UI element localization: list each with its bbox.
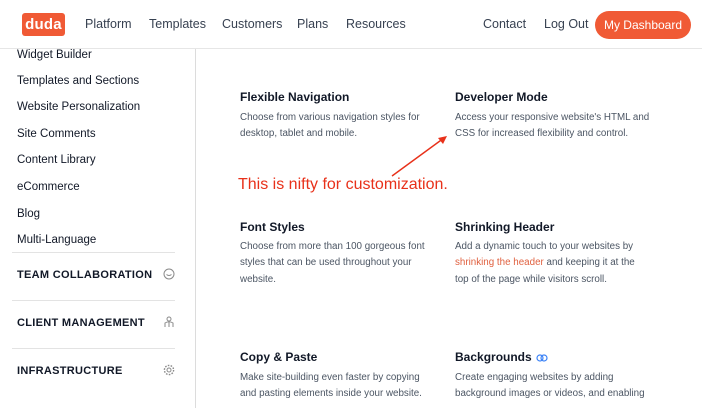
duda-logo[interactable]: duda [22, 13, 65, 36]
section-infrastructure[interactable]: INFRASTRUCTURE [17, 365, 123, 377]
sidebar: Widget Builder Templates and Sections We… [0, 49, 196, 408]
feature-desc-line: styles that can be used throughout your [240, 257, 412, 268]
feature-desc-line: background images or videos, and enablin… [455, 388, 645, 399]
feature-desc-line: shrinking the header and keeping it at t… [455, 255, 635, 272]
sidebar-item-widget-builder[interactable]: Widget Builder [17, 49, 92, 61]
sidebar-divider [12, 252, 175, 253]
contact-link[interactable]: Contact [483, 17, 526, 31]
feature-title-developer-mode: Developer Mode [455, 90, 548, 104]
nav-platform[interactable]: Platform [85, 17, 132, 31]
nav-plans[interactable]: Plans [297, 17, 328, 31]
link-icon[interactable] [536, 354, 548, 362]
shrinking-header-link[interactable]: shrinking the header [455, 257, 544, 268]
feature-desc-line: Add a dynamic touch to your websites by [455, 241, 634, 252]
gear-icon[interactable] [163, 364, 175, 376]
annotation-arrow [391, 136, 447, 177]
sidebar-divider [12, 300, 175, 301]
feature-desc-line: and pasting elements inside your website… [240, 388, 422, 399]
feature-title-font-styles: Font Styles [240, 220, 305, 234]
feature-desc-line: CSS for increased flexibility and contro… [455, 128, 629, 139]
feature-title-flexible-navigation: Flexible Navigation [240, 90, 350, 104]
feature-title-shrinking-header: Shrinking Header [455, 220, 555, 234]
feature-desc-text: and keeping it at the [543, 257, 635, 268]
sidebar-item-multi-language[interactable]: Multi-Language [17, 234, 96, 246]
my-dashboard-button[interactable]: My Dashboard [595, 11, 691, 39]
chat-icon[interactable] [163, 268, 175, 280]
sidebar-divider [12, 348, 175, 349]
feature-title-copy-paste: Copy & Paste [240, 350, 318, 364]
sidebar-item-templates-sections[interactable]: Templates and Sections [17, 75, 139, 87]
backgrounds-title-text: Backgrounds [455, 350, 532, 364]
nav-templates[interactable]: Templates [149, 17, 206, 31]
feature-desc-line: Make site-building even faster by copyin… [240, 372, 420, 383]
sidebar-item-blog[interactable]: Blog [17, 208, 40, 220]
sidebar-item-website-personalization[interactable]: Website Personalization [17, 101, 140, 113]
feature-desc-line: Access your responsive website's HTML an… [455, 112, 650, 123]
section-client-management[interactable]: CLIENT MANAGEMENT [17, 317, 145, 329]
feature-desc-line: top of the page while visitors scroll. [455, 274, 607, 285]
top-navigation-bar: duda Platform Templates Customers Plans … [0, 0, 702, 49]
annotation-text: This is nifty for customization. [238, 176, 448, 193]
section-team-collaboration[interactable]: TEAM COLLABORATION [17, 269, 152, 281]
logout-link[interactable]: Log Out [544, 17, 588, 31]
nav-customers[interactable]: Customers [222, 17, 282, 31]
nav-resources[interactable]: Resources [346, 17, 406, 31]
feature-title-backgrounds: Backgrounds [455, 350, 548, 364]
feature-desc-line: Choose from more than 100 gorgeous font [240, 241, 425, 252]
feature-desc-line: Choose from various navigation styles fo… [240, 112, 420, 123]
sidebar-item-site-comments[interactable]: Site Comments [17, 128, 96, 140]
feature-desc-line: website. [240, 274, 276, 285]
feature-desc-line: Create engaging websites by adding [455, 372, 614, 383]
sidebar-item-content-library[interactable]: Content Library [17, 154, 96, 166]
feature-desc-line: desktop, tablet and mobile. [240, 128, 358, 139]
sidebar-item-ecommerce[interactable]: eCommerce [17, 181, 80, 193]
client-icon[interactable] [163, 316, 175, 328]
